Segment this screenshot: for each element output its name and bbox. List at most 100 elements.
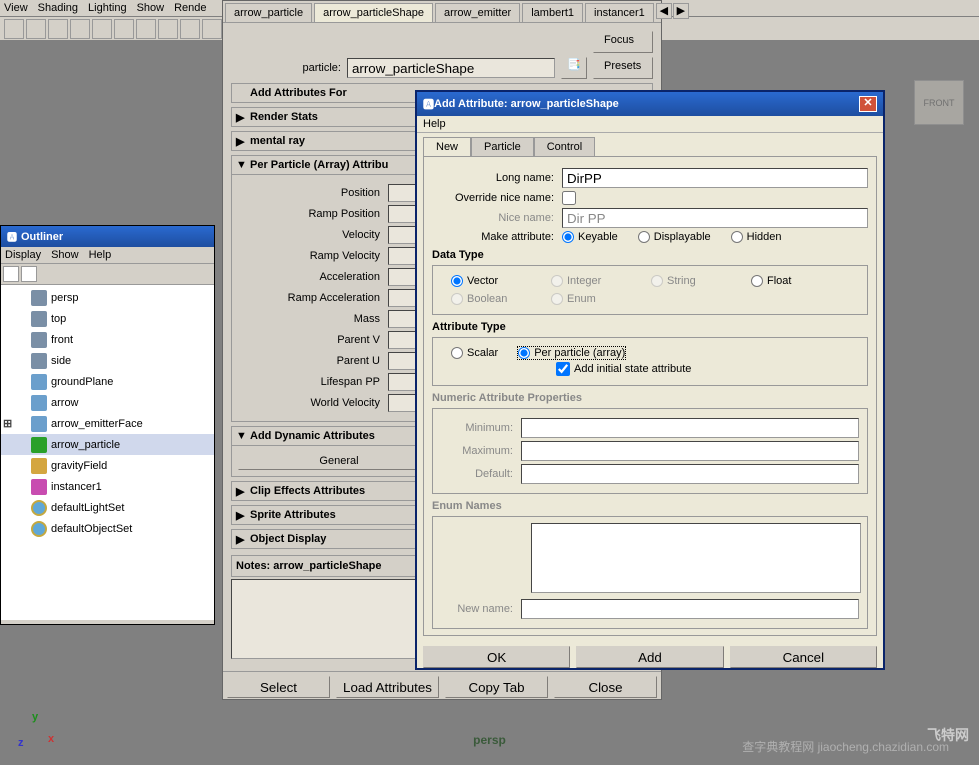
attr-label: Mass bbox=[238, 313, 388, 325]
dialog-menu-help[interactable]: Help bbox=[417, 116, 883, 133]
toolbar-btn[interactable] bbox=[114, 19, 134, 39]
node-label: arrow_particle bbox=[51, 439, 120, 451]
radio-vector[interactable]: Vector bbox=[451, 275, 551, 287]
viewcube-icon[interactable]: FRONT bbox=[914, 80, 964, 125]
outliner-menu-display[interactable]: Display bbox=[5, 249, 41, 261]
tab-particle[interactable]: Particle bbox=[471, 137, 534, 156]
general-button[interactable]: General bbox=[238, 452, 440, 470]
tab-arrow-emitter[interactable]: arrow_emitter bbox=[435, 3, 520, 22]
tabs-prev-icon[interactable]: ◀ bbox=[656, 3, 672, 19]
radio-displayable[interactable]: Displayable bbox=[638, 231, 711, 243]
tab-arrow-particle-shape[interactable]: arrow_particleShape bbox=[314, 3, 433, 22]
tabs-next-icon[interactable]: ▶ bbox=[673, 3, 689, 19]
radio-float[interactable]: Float bbox=[751, 275, 851, 287]
outliner-item-arrow_emitterFace[interactable]: ⊞arrow_emitterFace bbox=[1, 413, 214, 434]
tab-lambert1[interactable]: lambert1 bbox=[522, 3, 583, 22]
close-icon[interactable]: ✕ bbox=[859, 96, 877, 112]
ok-button[interactable]: OK bbox=[423, 646, 570, 668]
radio-hidden[interactable]: Hidden bbox=[731, 231, 782, 243]
outliner-menu-show[interactable]: Show bbox=[51, 249, 79, 261]
nice-name-field bbox=[562, 208, 868, 228]
enum-names-list bbox=[531, 523, 861, 593]
load-attributes-button[interactable]: Load Attributes bbox=[336, 676, 439, 698]
node-select-icon[interactable]: 📑 bbox=[561, 57, 587, 79]
attr-label: Lifespan PP bbox=[238, 376, 388, 388]
outliner-item-instancer1[interactable]: instancer1 bbox=[1, 476, 214, 497]
dialog-titlebar[interactable]: 🅰 Add Attribute: arrow_particleShape ✕ bbox=[417, 92, 883, 116]
toolbar-btn[interactable] bbox=[158, 19, 178, 39]
attr-label: Parent U bbox=[238, 355, 388, 367]
cancel-button[interactable]: Cancel bbox=[730, 646, 877, 668]
vp-menu-shading[interactable]: Shading bbox=[38, 2, 78, 14]
radio-keyable[interactable]: Keyable bbox=[562, 231, 618, 243]
data-type-header: Data Type bbox=[432, 249, 868, 261]
particle-label: particle: bbox=[231, 62, 341, 74]
toolbar-btn[interactable] bbox=[48, 19, 68, 39]
new-name-label: New name: bbox=[441, 603, 521, 615]
tab-arrow-particle[interactable]: arrow_particle bbox=[225, 3, 312, 22]
outliner-toggle-icon[interactable] bbox=[21, 266, 37, 282]
presets-button[interactable]: Presets bbox=[593, 57, 653, 79]
outliner-menu-help[interactable]: Help bbox=[89, 249, 112, 261]
toolbar-btn[interactable] bbox=[92, 19, 112, 39]
node-label: groundPlane bbox=[51, 376, 113, 388]
toolbar-btn[interactable] bbox=[4, 19, 24, 39]
outliner-item-persp[interactable]: persp bbox=[1, 287, 214, 308]
node-icon bbox=[31, 500, 47, 516]
node-label: defaultLightSet bbox=[51, 502, 124, 514]
add-button[interactable]: Add bbox=[576, 646, 723, 668]
initial-state-checkbox[interactable] bbox=[556, 362, 570, 376]
toolbar-btn[interactable] bbox=[180, 19, 200, 39]
override-nice-name-checkbox[interactable] bbox=[562, 191, 576, 205]
long-name-field[interactable] bbox=[562, 168, 868, 188]
node-icon bbox=[31, 458, 47, 474]
radio-scalar[interactable]: Scalar bbox=[451, 347, 498, 359]
new-name-field bbox=[521, 599, 859, 619]
vp-menu-lighting[interactable]: Lighting bbox=[88, 2, 127, 14]
node-label: gravityField bbox=[51, 460, 107, 472]
radio-string: String bbox=[651, 275, 751, 287]
toolbar-btn[interactable] bbox=[70, 19, 90, 39]
outliner-item-defaultObjectSet[interactable]: defaultObjectSet bbox=[1, 518, 214, 539]
node-label: arrow bbox=[51, 397, 79, 409]
node-label: persp bbox=[51, 292, 79, 304]
outliner-item-side[interactable]: side bbox=[1, 350, 214, 371]
outliner-item-arrow_particle[interactable]: arrow_particle bbox=[1, 434, 214, 455]
node-label: arrow_emitterFace bbox=[51, 418, 143, 430]
ae-tabs: arrow_particle arrow_particleShape arrow… bbox=[223, 1, 661, 23]
toolbar-btn[interactable] bbox=[202, 19, 222, 39]
outliner-item-defaultLightSet[interactable]: defaultLightSet bbox=[1, 497, 214, 518]
outliner-tree[interactable]: persp top front side groundPlane arrow ⊞arrow_… bbox=[1, 285, 214, 620]
close-button[interactable]: Close bbox=[554, 676, 657, 698]
node-icon bbox=[31, 332, 47, 348]
watermark-logo: 飞特网 bbox=[927, 725, 969, 745]
minimum-label: Minimum: bbox=[441, 422, 521, 434]
default-label: Default: bbox=[441, 468, 521, 480]
copy-tab-button[interactable]: Copy Tab bbox=[445, 676, 548, 698]
override-nice-name-label: Override nice name: bbox=[432, 192, 562, 204]
outliner-item-arrow[interactable]: arrow bbox=[1, 392, 214, 413]
vp-menu-show[interactable]: Show bbox=[137, 2, 165, 14]
tab-new[interactable]: New bbox=[423, 137, 471, 156]
focus-button[interactable]: Focus bbox=[593, 31, 653, 53]
outliner-menu[interactable]: Display Show Help bbox=[1, 247, 214, 264]
vp-menu-view[interactable]: View bbox=[4, 2, 28, 14]
outliner-item-front[interactable]: front bbox=[1, 329, 214, 350]
outliner-toggle-icon[interactable] bbox=[3, 266, 19, 282]
tab-instancer1[interactable]: instancer1 bbox=[585, 3, 654, 22]
particle-name-field[interactable] bbox=[347, 58, 555, 78]
select-button[interactable]: Select bbox=[227, 676, 330, 698]
node-icon bbox=[31, 395, 47, 411]
node-label: side bbox=[51, 355, 71, 367]
radio-per-particle[interactable]: Per particle (array) bbox=[518, 347, 625, 359]
outliner-item-top[interactable]: top bbox=[1, 308, 214, 329]
toolbar-btn[interactable] bbox=[136, 19, 156, 39]
outliner-item-gravityField[interactable]: gravityField bbox=[1, 455, 214, 476]
tab-control[interactable]: Control bbox=[534, 137, 595, 156]
watermark-text: 查字典教程网 jiaocheng.chazidian.com bbox=[742, 738, 949, 755]
node-icon bbox=[31, 479, 47, 495]
toolbar-btn[interactable] bbox=[26, 19, 46, 39]
outliner-item-groundPlane[interactable]: groundPlane bbox=[1, 371, 214, 392]
node-label: front bbox=[51, 334, 73, 346]
vp-menu-render[interactable]: Rende bbox=[174, 2, 206, 14]
